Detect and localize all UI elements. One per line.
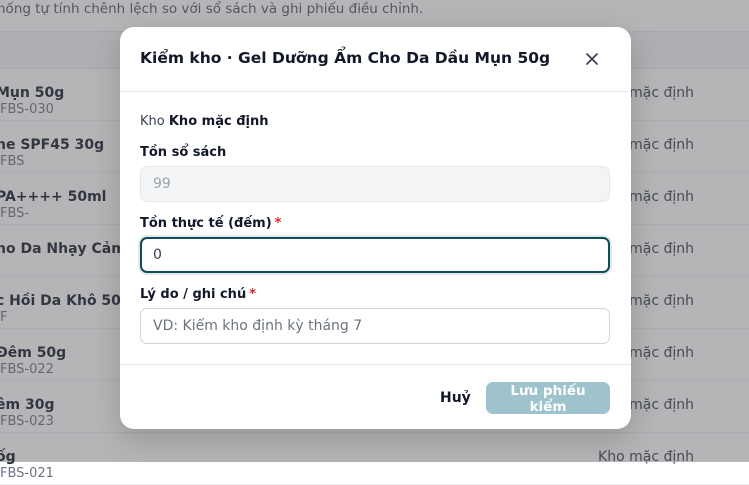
reason-label: Lý do / ghi chú * (140, 287, 256, 302)
actual-stock-label-text: Tồn thực tế (đếm) (140, 216, 272, 231)
close-button[interactable] (580, 47, 604, 71)
reason-label-text: Lý do / ghi chú (140, 287, 247, 302)
actual-stock-label: Tồn thực tế (đếm) * (140, 216, 281, 231)
book-stock-field (140, 166, 610, 202)
cancel-button[interactable]: Huỷ (430, 382, 481, 414)
dialog-header: Kiểm kho · Gel Dưỡng Ẩm Cho Da Dầu Mụn 5… (120, 27, 631, 92)
book-stock-label: Tồn sổ sách (140, 145, 226, 160)
actual-stock-input[interactable] (140, 237, 610, 273)
save-check-button[interactable]: Lưu phiếu kiểm (486, 382, 610, 415)
book-stock-label-text: Tồn sổ sách (140, 145, 227, 160)
warehouse-info: Kho Kho mặc định (140, 114, 268, 129)
warehouse-name: Kho mặc định (168, 114, 269, 129)
dialog-footer: Huỷ Lưu phiếu kiểm (120, 364, 631, 429)
dialog-title: Kiểm kho · Gel Dưỡng Ẩm Cho Da Dầu Mụn 5… (140, 49, 551, 67)
close-icon (586, 53, 598, 65)
reason-input[interactable] (140, 308, 610, 344)
required-mark: * (274, 216, 282, 231)
stock-check-dialog: Kiểm kho · Gel Dưỡng Ẩm Cho Da Dầu Mụn 5… (120, 27, 631, 429)
product-sku: FBS-021 (0, 466, 54, 481)
warehouse-prefix: Kho (140, 114, 165, 129)
required-mark: * (249, 287, 257, 302)
